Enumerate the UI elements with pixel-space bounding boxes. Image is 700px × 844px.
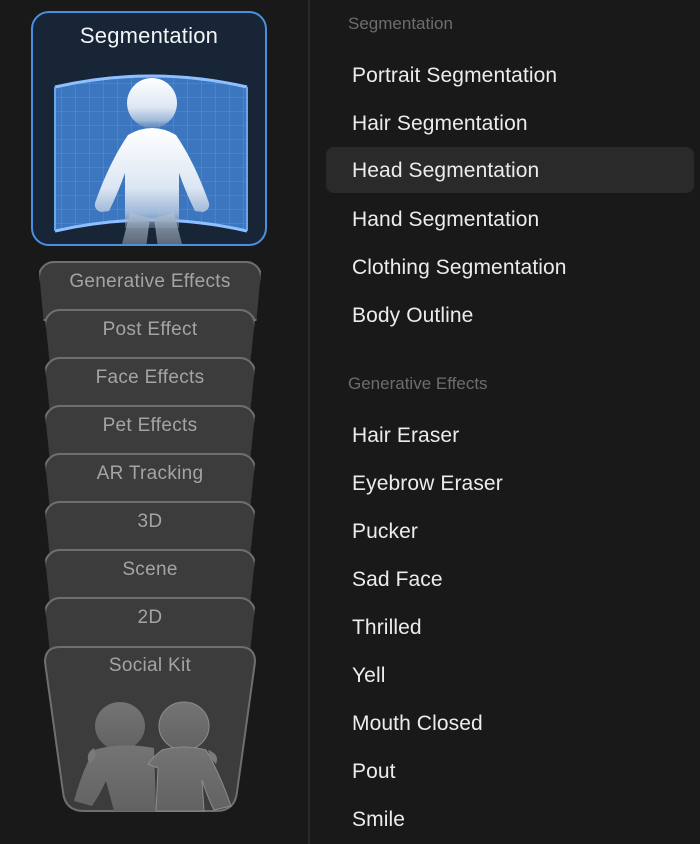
list-item-pout[interactable]: Pout [326, 748, 694, 794]
tab-label: Face Effects [95, 367, 205, 388]
list-item-label: Body Outline [352, 304, 474, 327]
tab-label: Pet Effects [102, 415, 198, 436]
list-item-label: Head Segmentation [352, 159, 540, 182]
list-item-head-segmentation[interactable]: Head Segmentation [326, 147, 694, 193]
list-item-label: Hair Eraser [352, 424, 460, 447]
list-item-portrait-segmentation[interactable]: Portrait Segmentation [326, 52, 694, 98]
list-item-label: Hair Segmentation [352, 112, 528, 135]
list-item-hand-segmentation[interactable]: Hand Segmentation [326, 196, 694, 242]
tab-label: Post Effect [102, 319, 198, 340]
list-item-label: Pout [352, 760, 396, 783]
list-item-label: Thrilled [352, 616, 422, 639]
list-item-clothing-segmentation[interactable]: Clothing Segmentation [326, 244, 694, 290]
list-item-smile[interactable]: Smile [326, 796, 694, 842]
section-header-segmentation: Segmentation [348, 14, 453, 33]
list-item-yell[interactable]: Yell [326, 652, 694, 698]
list-item-pucker[interactable]: Pucker [326, 508, 694, 554]
list-item-label: Hand Segmentation [352, 208, 540, 231]
tab-label: 3D [137, 511, 163, 532]
list-item-body-outline[interactable]: Body Outline [326, 292, 694, 338]
tab-label: Generative Effects [69, 271, 231, 292]
list-item-eyebrow-eraser[interactable]: Eyebrow Eraser [326, 460, 694, 506]
list-item-label: Yell [352, 664, 386, 687]
list-item-hair-eraser[interactable]: Hair Eraser [326, 412, 694, 458]
effects-list-panel: Segmentation Portrait Segmentation Hair … [310, 0, 700, 844]
tab-label: 2D [137, 607, 163, 628]
tab-label: Social Kit [108, 655, 192, 676]
list-item-label: Sad Face [352, 568, 443, 591]
section-header-generative-effects: Generative Effects [348, 374, 488, 393]
list-item-label: Eyebrow Eraser [352, 472, 503, 495]
category-rail: Segmentation Generative Effects Post Eff… [0, 0, 309, 844]
list-item-label: Mouth Closed [352, 712, 483, 735]
list-item-label: Smile [352, 808, 406, 831]
list-item-mouth-closed[interactable]: Mouth Closed [326, 700, 694, 746]
category-tab-social-kit[interactable]: Social Kit [44, 646, 256, 812]
effects-browser: Segmentation Generative Effects Post Eff… [0, 0, 700, 844]
category-segmentation-label: Segmentation [79, 23, 219, 48]
list-item-label: Clothing Segmentation [352, 256, 567, 279]
list-item-label: Portrait Segmentation [352, 64, 558, 87]
list-item-hair-segmentation[interactable]: Hair Segmentation [326, 100, 694, 146]
list-item-label: Pucker [352, 520, 418, 543]
category-segmentation-card[interactable]: Segmentation [31, 11, 267, 246]
list-item-sad-face[interactable]: Sad Face [326, 556, 694, 602]
list-item-thrilled[interactable]: Thrilled [326, 604, 694, 650]
tab-label: AR Tracking [96, 463, 204, 484]
tab-label: Scene [122, 559, 178, 580]
